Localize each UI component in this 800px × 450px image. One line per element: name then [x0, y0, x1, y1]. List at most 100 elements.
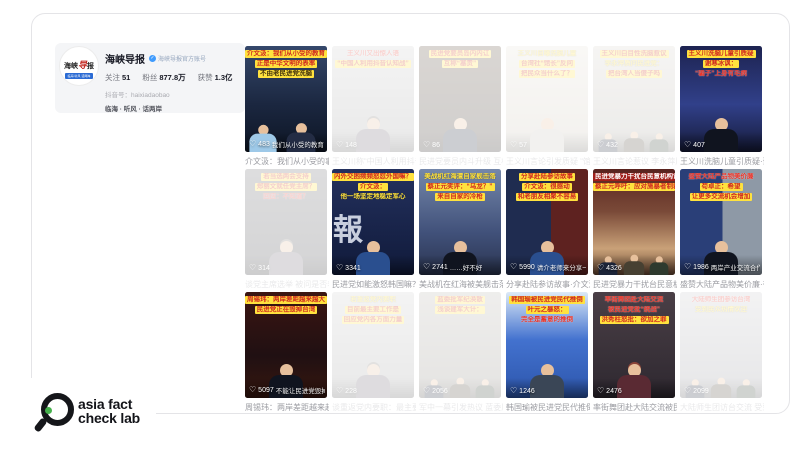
video-card[interactable]: 若重返党内要职目前最主要工作是回应党内各方面力量 ♡ 228 谈重返党内要职：最…: [332, 292, 414, 415]
video-thumbnail[interactable]: 分享赴陆参访故事介文汲：很感动和老朋友相聚不容易 ♡ 5990 请介老师来分享一…: [506, 169, 588, 275]
like-count: 148: [345, 142, 357, 149]
heart-icon: ♡: [423, 387, 430, 395]
like-row: ♡ 1986 两岸产业交流合作: [684, 262, 760, 272]
video-card[interactable]: 王义川白目性洗脑惹议李永萍质问民进党：把台湾人当傻子吗 ♡ 432 王义川言论惹…: [593, 46, 675, 169]
green-dot: [45, 407, 52, 414]
video-thumbnail[interactable]: 報 内外交困频频怒怼外国嘛？介文汲：他一场坚定地稳定军心 ♡ 3341: [332, 169, 414, 275]
heart-icon: ♡: [510, 387, 517, 395]
like-row: ♡ 2741 ……好不好: [423, 262, 499, 272]
like-count: 3341: [345, 265, 361, 272]
video-thumbnail[interactable]: 盛赞大陆产品物美价廉苟卓正：希望让更多交流机会增加 ♡ 1986 两岸产业交流合…: [680, 169, 762, 275]
thumbnail-title-overlay: 美战机红海遭自家舰击落蔡正元笑评：“乌龙？”来自自家的冷枪: [419, 169, 501, 201]
video-card[interactable]: 美战机红海遭自家舰击落蔡正元笑评：“乌龙？”来自自家的冷枪 ♡ 2741 ……好…: [419, 169, 501, 292]
like-count: 5990: [519, 264, 535, 271]
video-thumbnail[interactable]: 若当选两会支持郑丽文就任党主席？回应：不知道？ ♡ 314: [245, 169, 327, 275]
thumbnail-subtitle: 我们从小受的教育: [272, 139, 324, 149]
video-caption: 军中一幕引发热议 蓝委质疑管理…: [419, 402, 503, 413]
like-row: ♡ 5097 不能让民进党毁掉台湾: [249, 385, 325, 395]
video-card[interactable]: 王义川又出惊人语“中国人利用抖音认知战” ♡ 148 王义川称“中国人利用抖音认…: [332, 46, 414, 169]
douyin-id: 抖音号：haixiadaobao: [105, 89, 243, 99]
video-caption: 民进党暴力干扰台民意机构议事·蔡…: [593, 279, 677, 290]
video-card[interactable]: 若当选两会支持郑丽文就任党主席？回应：不知道？ ♡ 314 谈党主席选举 被问是…: [245, 169, 327, 292]
video-thumbnail[interactable]: 王义川白目性洗脑惹议李永萍质问民进党：把台湾人当傻子吗 ♡ 432: [593, 46, 675, 152]
like-count: 2741: [432, 264, 448, 271]
video-caption: 王义川言论引发质疑 “馆长”反问…: [506, 156, 590, 167]
video-thumbnail[interactable]: 大陆师生团参访台湾受到民众热情欢迎 ♡ 2099: [680, 292, 762, 398]
heart-icon: ♡: [510, 263, 517, 271]
video-thumbnail[interactable]: 民进党暴力干扰台民意机构议事蔡正元呼吁：应对施暴者制裁 ♡ 4326: [593, 169, 675, 275]
heart-icon: ♡: [684, 387, 691, 395]
heart-icon: ♡: [336, 264, 343, 272]
video-thumbnail[interactable]: 周锡玮：两岸差距越来越大民进党正在毁掉台湾 ♡ 5097 不能让民进党毁掉台湾: [245, 292, 327, 398]
video-grid: 介文汲：我们从小受的教育正是中华文明的表率不由老民进党洗脑 ♡ 483 我们从小…: [245, 46, 762, 415]
video-card[interactable]: 王义川自曝洗脑儿童台湾社“馆长”反问把民众当什么了？ ♡ 57 王义川言论引发质…: [506, 46, 588, 169]
thumbnail-title-overlay: 率街舞团赴大陆交流被民进党批“统战”洪秀柱怒批：欲加之罪: [593, 292, 675, 324]
video-thumbnail[interactable]: 若重返党内要职目前最主要工作是回应党内各方面力量 ♡ 228: [332, 292, 414, 398]
like-row: ♡ 57: [510, 141, 586, 149]
thumbnail-subtitle: 请介老师来分享一下: [537, 262, 586, 272]
heart-icon: ♡: [336, 387, 343, 395]
video-thumbnail[interactable]: 介文汲：我们从小受的教育正是中华文明的表率不由老民进党洗脑 ♡ 483 我们从小…: [245, 46, 327, 152]
like-count: 57: [519, 142, 527, 149]
video-caption: 美战机在红海被美舰击落·蔡正元笑…: [419, 279, 503, 290]
video-caption: 大陆师生团访台交流 受到热情欢迎…: [680, 402, 764, 413]
video-thumbnail[interactable]: 蓝委批军纪涣散浅谈建军大计： ♡ 2056: [419, 292, 501, 398]
video-thumbnail[interactable]: 率街舞团赴大陆交流被民进党批“统战”洪秀柱怒批：欲加之罪 ♡ 2476: [593, 292, 675, 398]
video-caption: 谈党主席选举 被问是否表态支持…: [245, 279, 329, 290]
profile-stats: 关注51 粉丝877.8万 获赞1.3亿: [105, 72, 243, 83]
thumbnail-subtitle: 两岸产业交流合作: [711, 262, 760, 272]
heart-icon: ♡: [423, 141, 430, 149]
video-card[interactable]: 周锡玮：两岸差距越来越大民进党正在毁掉台湾 ♡ 5097 不能让民进党毁掉台湾 …: [245, 292, 327, 415]
like-count: 2476: [606, 388, 622, 395]
video-thumbnail[interactable]: 美战机红海遭自家舰击落蔡正元笑评：“乌龙？”来自自家的冷枪 ♡ 2741 ……好…: [419, 169, 501, 275]
video-card[interactable]: 分享赴陆参访故事介文汲：很感动和老朋友相聚不容易 ♡ 5990 请介老师来分享一…: [506, 169, 588, 292]
video-card[interactable]: 大陆师生团参访台湾受到民众热情欢迎 ♡ 2099 大陆师生团访台交流 受到热情欢…: [680, 292, 762, 415]
like-row: ♡ 5990 请介老师来分享一下: [510, 262, 586, 272]
video-thumbnail[interactable]: 王义川洗脑儿童引质疑谢寒冰讽：“骗子”上身有毛病 ♡ 407: [680, 46, 762, 152]
video-caption: 韩国瑜被民进党民代推倒·叶元之暴…: [506, 402, 590, 413]
video-card[interactable]: 報 内外交困频频怒怼外国嘛？介文汲：他一场坚定地稳定军心 ♡ 3341 民进党如…: [332, 169, 414, 292]
video-thumbnail[interactable]: 民进党要员岛内内讧互称“塞责” ♡ 86: [419, 46, 501, 152]
video-caption: 王义川洗脑儿童引质疑·谢寒冰：…: [680, 156, 764, 167]
like-count: 2056: [432, 388, 448, 395]
heart-icon: ♡: [249, 140, 256, 148]
video-caption: 民进党要员内斗升级 互相“甩锅”…: [419, 156, 503, 167]
video-thumbnail[interactable]: 韩国瑜被民进党民代推倒叶元之暴怒：完全是蓄意的推倒 ♡ 1246: [506, 292, 588, 398]
avatar-banner: 临海 听风 话两岸: [65, 73, 94, 79]
video-card[interactable]: 韩国瑜被民进党民代推倒叶元之暴怒：完全是蓄意的推倒 ♡ 1246 韩国瑜被民进党…: [506, 292, 588, 415]
like-row: ♡ 314: [249, 264, 325, 272]
like-count: 314: [258, 265, 270, 272]
heart-icon: ♡: [423, 263, 430, 271]
video-card[interactable]: 率街舞团赴大陆交流被民进党批“统战”洪秀柱怒批：欲加之罪 ♡ 2476 率街舞团…: [593, 292, 675, 415]
video-caption: 介文汲：我们从小受的事正是中华文…: [245, 156, 329, 167]
like-count: 483: [258, 141, 270, 148]
avatar[interactable]: 海峡导报 临海 听风 话两岸: [59, 46, 99, 86]
thumbnail-subtitle: 不能让民进党毁掉台湾: [276, 385, 325, 395]
like-count: 5097: [258, 387, 274, 394]
magnifier-icon: [36, 390, 70, 432]
like-count: 228: [345, 388, 357, 395]
like-row: ♡ 483 我们从小受的教育: [249, 139, 325, 149]
like-count: 432: [606, 142, 618, 149]
video-card[interactable]: 介文汲：我们从小受的教育正是中华文明的表率不由老民进党洗脑 ♡ 483 我们从小…: [245, 46, 327, 169]
stat-following: 关注51: [105, 72, 130, 83]
avatar-logo-text: 海峡导报: [64, 58, 94, 71]
thumbnail-title-overlay: 民进党要员岛内内讧互称“塞责”: [419, 46, 501, 68]
video-thumbnail[interactable]: 王义川自曝洗脑儿童台湾社“馆长”反问把民众当什么了？ ♡ 57: [506, 46, 588, 152]
verified-badge: ✓ 海峡导报官方账号: [149, 54, 206, 63]
video-thumbnail[interactable]: 王义川又出惊人语“中国人利用抖音认知战” ♡ 148: [332, 46, 414, 152]
like-row: ♡ 2056: [423, 387, 499, 395]
heart-icon: ♡: [336, 141, 343, 149]
video-card[interactable]: 盛赞大陆产品物美价廉苟卓正：希望让更多交流机会增加 ♡ 1986 两岸产业交流合…: [680, 169, 762, 292]
like-row: ♡ 2476: [597, 387, 673, 395]
heart-icon: ♡: [249, 264, 256, 272]
thumbnail-title-overlay: 王义川又出惊人语“中国人利用抖音认知战”: [332, 46, 414, 68]
like-count: 407: [693, 142, 705, 149]
video-caption: 王义川言论惹议 李永萍质问民进党…: [593, 156, 677, 167]
video-card[interactable]: 民进党要员岛内内讧互称“塞责” ♡ 86 民进党要员内斗升级 互相“甩锅”…: [419, 46, 501, 169]
video-card[interactable]: 蓝委批军纪涣散浅谈建军大计： ♡ 2056 军中一幕引发热议 蓝委质疑管理…: [419, 292, 501, 415]
video-caption: 分享赴陆参访故事·介文汲：很感动…: [506, 279, 590, 290]
like-row: ♡ 407: [684, 141, 760, 149]
video-card[interactable]: 民进党暴力干扰台民意机构议事蔡正元呼吁：应对施暴者制裁 ♡ 4326 民进党暴力…: [593, 169, 675, 292]
video-card[interactable]: 王义川洗脑儿童引质疑谢寒冰讽：“骗子”上身有毛病 ♡ 407 王义川洗脑儿童引质…: [680, 46, 762, 169]
